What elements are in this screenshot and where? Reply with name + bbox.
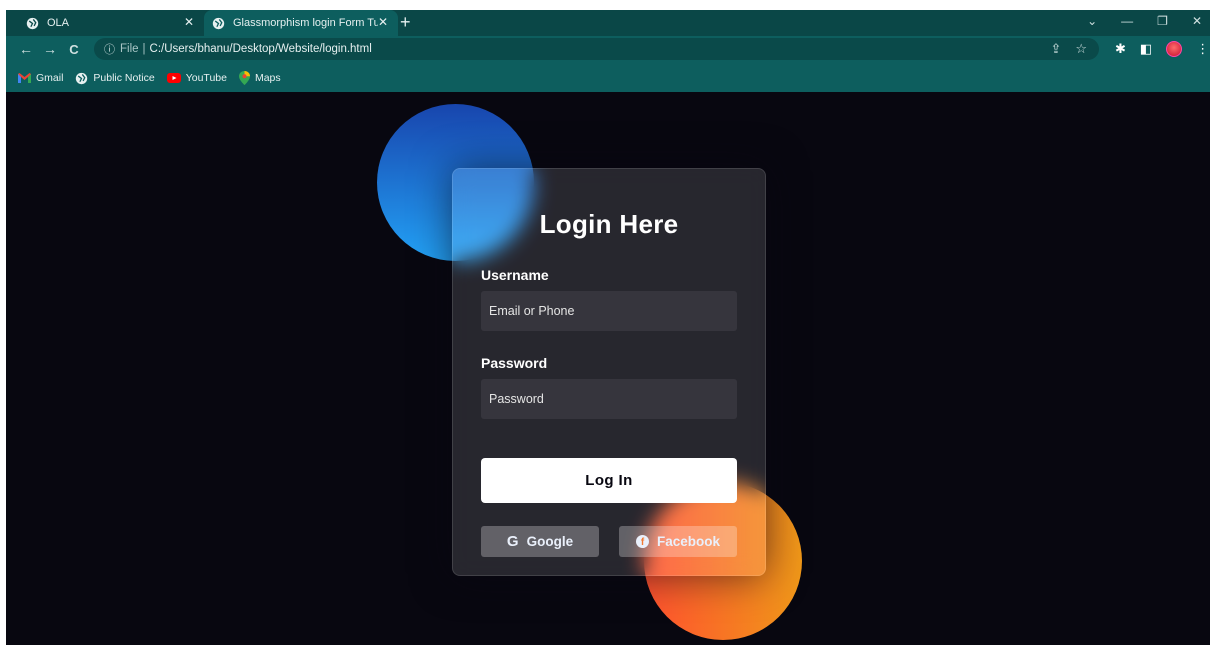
globe-icon: [26, 17, 39, 29]
side-panel-icon[interactable]: ◧: [1140, 41, 1152, 57]
tab-title: OLA: [47, 17, 70, 29]
forward-icon[interactable]: →: [38, 41, 62, 57]
bookmark-label: Maps: [254, 72, 281, 84]
password-label: Password: [481, 355, 548, 371]
back-icon[interactable]: ←: [14, 41, 38, 57]
menu-kebab-icon[interactable]: ⋮: [1196, 41, 1209, 57]
bookmark-star-icon[interactable]: ☆: [1075, 41, 1087, 57]
bookmark-public-notice[interactable]: Public Notice: [75, 72, 155, 85]
youtube-icon: [166, 73, 181, 83]
omnibox-actions: ⇪ ☆: [1050, 41, 1087, 57]
extension-area: ✱ ◧ ⋮: [1115, 41, 1209, 57]
restore-icon[interactable]: ❐: [1157, 14, 1168, 28]
browser-chrome: OLA ✕ Glassmorphism login Form Tutorial …: [6, 10, 1210, 92]
login-title: Login Here: [539, 209, 679, 239]
close-tab-icon[interactable]: ✕: [378, 15, 388, 29]
bookmark-label: Public Notice: [93, 72, 155, 84]
tab-login-form[interactable]: Glassmorphism login Form Tutorial ✕: [204, 10, 398, 36]
password-input[interactable]: [481, 379, 737, 419]
url-scheme: File: [120, 43, 139, 55]
url-path: C:/Users/bhanu/Desktop/Website/login.htm…: [149, 43, 372, 55]
globe-icon: [76, 72, 88, 84]
login-form: Login Here Username Password Log In G Go…: [452, 168, 766, 576]
google-icon: G: [506, 533, 519, 550]
username-label: Username: [481, 267, 549, 283]
tab-search-icon[interactable]: ⌄: [1087, 14, 1097, 28]
minimize-icon[interactable]: —: [1121, 14, 1133, 28]
close-window-icon[interactable]: ✕: [1192, 14, 1202, 28]
tab-strip: OLA ✕ Glassmorphism login Form Tutorial …: [6, 10, 1210, 36]
extensions-puzzle-icon[interactable]: ✱: [1115, 41, 1126, 57]
facebook-label: Facebook: [656, 534, 721, 549]
url-separator: |: [142, 43, 146, 55]
bookmark-label: YouTube: [185, 72, 227, 84]
reload-icon[interactable]: C: [62, 42, 86, 57]
google-label: Google: [526, 534, 574, 549]
profile-avatar[interactable]: [1166, 41, 1183, 57]
info-icon[interactable]: ⓘ: [104, 41, 115, 57]
tab-ola[interactable]: OLA ✕: [14, 10, 204, 36]
bookmark-maps[interactable]: Maps: [238, 71, 281, 85]
address-bar[interactable]: ⓘ File | C:/Users/bhanu/Desktop/Website/…: [94, 38, 1099, 60]
browser-toolbar: ← → C ⓘ File | C:/Users/bhanu/Desktop/We…: [6, 36, 1210, 62]
username-input[interactable]: [481, 291, 737, 331]
google-login-button[interactable]: G Google: [481, 526, 599, 557]
facebook-icon: f: [635, 535, 649, 548]
share-icon[interactable]: ⇪: [1050, 41, 1061, 57]
maps-icon: [238, 71, 250, 85]
globe-icon: [212, 17, 225, 29]
gmail-icon: [18, 73, 31, 83]
bookmark-youtube[interactable]: YouTube: [166, 72, 227, 84]
bookmark-gmail[interactable]: Gmail: [18, 72, 63, 84]
bookmarks-bar: Gmail Public Notice YouTube Maps: [6, 67, 1210, 89]
bookmark-label: Gmail: [36, 72, 64, 84]
page-viewport: Login Here Username Password Log In G Go…: [6, 92, 1210, 645]
close-tab-icon[interactable]: ✕: [184, 15, 194, 29]
facebook-login-button[interactable]: f Facebook: [619, 526, 737, 557]
login-button[interactable]: Log In: [481, 458, 737, 503]
new-tab-icon[interactable]: +: [400, 12, 411, 33]
window-controls: ⌄ — ❐ ✕: [1087, 14, 1202, 28]
tab-title: Glassmorphism login Form Tutorial: [233, 17, 378, 29]
